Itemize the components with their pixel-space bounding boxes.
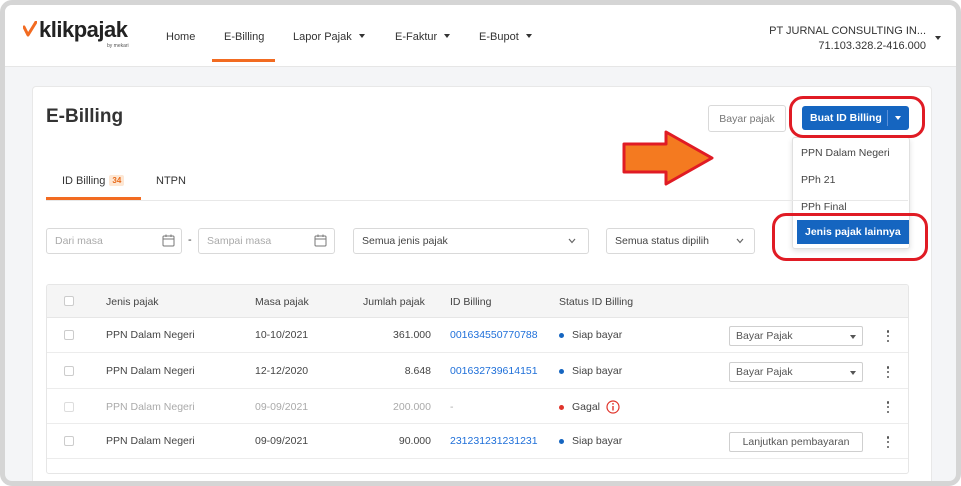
cell-id-billing: - xyxy=(450,401,454,413)
annotation-ring-buat xyxy=(789,96,925,138)
cell-status: Siap bayar xyxy=(572,329,623,341)
row-menu-icon[interactable] xyxy=(886,436,890,448)
nav-e-bupot[interactable]: E-Bupot xyxy=(479,31,532,43)
cell-status: Siap bayar xyxy=(572,365,623,377)
cell-masa: 12-12/2020 xyxy=(255,365,309,377)
calendar-icon[interactable] xyxy=(314,234,327,247)
nav-e-billing[interactable]: E-Billing xyxy=(224,31,264,43)
tab-id-billing[interactable]: ID Billing 34 xyxy=(62,174,125,187)
chevron-down-icon xyxy=(736,238,744,244)
cell-jenis: PPN Dalam Negeri xyxy=(106,329,195,341)
row-checkbox[interactable] xyxy=(64,402,74,412)
company-switcher[interactable]: PT JURNAL CONSULTING IN... 71.103.328.2-… xyxy=(769,24,926,54)
cell-jenis: PPN Dalam Negeri xyxy=(106,435,195,447)
cell-jenis: PPN Dalam Negeri xyxy=(106,365,195,377)
company-name: PT JURNAL CONSULTING IN... xyxy=(769,25,926,37)
cell-jumlah: 90.000 xyxy=(398,435,431,447)
table-row[interactable]: PPN Dalam Negeri 09-09/2021 90.000 23123… xyxy=(47,424,908,459)
bayar-pajak-button[interactable]: Bayar pajak xyxy=(708,105,786,132)
calendar-icon[interactable] xyxy=(162,234,175,247)
row-menu-icon[interactable] xyxy=(886,330,890,342)
bayar-pajak-select-label: Bayar Pajak xyxy=(736,330,793,342)
caret-down-icon xyxy=(850,335,856,339)
cell-jumlah: 200.000 xyxy=(393,401,431,413)
bayar-pajak-select[interactable]: Bayar Pajak xyxy=(729,362,863,382)
klikpajak-logo[interactable]: klikpajak by mekari xyxy=(23,17,129,49)
select-all-checkbox[interactable] xyxy=(64,296,74,306)
logo-check-icon xyxy=(23,21,37,37)
nav-e-faktur-label: E-Faktur xyxy=(395,31,438,43)
company-npwp: 71.103.328.2-416.000 xyxy=(818,40,926,52)
status-select[interactable]: Semua status dipilih xyxy=(606,228,755,254)
annotation-arrow-icon xyxy=(622,130,714,186)
cell-status: Siap bayar xyxy=(572,435,623,447)
table-row[interactable]: PPN Dalam Negeri 12-12/2020 8.648 001632… xyxy=(47,354,908,389)
cell-id-billing-link[interactable]: 001634550770788 xyxy=(450,329,538,341)
menu-item-ppn-dalam-negeri[interactable]: PPN Dalam Negeri xyxy=(801,147,890,159)
logo-text: klikpajak xyxy=(39,17,128,42)
caret-down-icon xyxy=(358,34,365,39)
cell-status: Gagal xyxy=(572,401,601,413)
nav-lapor-pajak-label: Lapor Pajak xyxy=(293,31,352,43)
header-jenis-pajak: Jenis pajak xyxy=(106,296,159,308)
status-dot xyxy=(559,439,564,444)
lanjutkan-pembayaran-button[interactable]: Lanjutkan pembayaran xyxy=(729,432,863,452)
nav-e-bupot-label: E-Bupot xyxy=(479,31,519,43)
caret-down-icon xyxy=(850,371,856,375)
row-menu-icon[interactable] xyxy=(886,366,890,378)
chevron-down-icon xyxy=(568,238,576,244)
page-title: E-Billing xyxy=(46,106,124,127)
date-separator: - xyxy=(188,234,192,246)
top-navbar: klikpajak by mekari Home E-Billing Lapor… xyxy=(5,5,956,67)
table-row[interactable]: PPN Dalam Negeri 10-10/2021 361.000 0016… xyxy=(47,318,908,353)
nav-e-faktur[interactable]: E-Faktur xyxy=(395,31,451,43)
company-caret-down-icon[interactable] xyxy=(935,36,941,40)
nav-home[interactable]: Home xyxy=(166,31,195,43)
cell-id-billing-link[interactable]: 231231231231231 xyxy=(450,435,538,447)
cell-masa: 09-09/2021 xyxy=(255,435,309,447)
caret-down-icon xyxy=(444,34,451,39)
annotation-ring-lainnya xyxy=(772,213,928,261)
header-id-billing: ID Billing xyxy=(450,296,492,308)
bayar-pajak-select-label: Bayar Pajak xyxy=(736,366,793,378)
header-status: Status ID Billing xyxy=(559,296,634,308)
cell-jumlah: 8.648 xyxy=(404,365,431,377)
table-row[interactable]: PPN Dalam Negeri 09-09/2021 200.000 - Ga… xyxy=(47,390,908,424)
cell-jenis: PPN Dalam Negeri xyxy=(106,401,195,413)
menu-item-pph-final[interactable]: PPh Final xyxy=(801,201,847,213)
row-menu-icon[interactable] xyxy=(886,401,890,413)
jenis-pajak-select[interactable]: Semua jenis pajak xyxy=(353,228,589,254)
bayar-pajak-select[interactable]: Bayar Pajak xyxy=(729,326,863,346)
menu-item-pph-21[interactable]: PPh 21 xyxy=(801,174,835,186)
cell-id-billing-link[interactable]: 001632739614151 xyxy=(450,365,538,377)
header-jumlah-pajak: Jumlah pajak xyxy=(363,296,425,308)
row-checkbox[interactable] xyxy=(64,366,74,376)
info-icon[interactable] xyxy=(606,400,620,414)
row-checkbox[interactable] xyxy=(64,436,74,446)
cell-masa: 10-10/2021 xyxy=(255,329,309,341)
tab-ntpn[interactable]: NTPN xyxy=(156,175,186,187)
nav-home-label: Home xyxy=(166,31,196,43)
status-dot xyxy=(559,333,564,338)
cell-masa: 09-09/2021 xyxy=(255,401,309,413)
nav-active-indicator xyxy=(212,59,275,62)
nav-e-billing-label: E-Billing xyxy=(224,31,265,43)
table-header: Jenis pajak Masa pajak Jumlah pajak ID B… xyxy=(47,285,908,318)
tab-id-billing-label: ID Billing xyxy=(62,175,106,187)
status-dot xyxy=(559,405,564,410)
nav-lapor-pajak[interactable]: Lapor Pajak xyxy=(293,31,365,43)
tab-ntpn-label: NTPN xyxy=(156,175,186,187)
tab-divider xyxy=(46,200,908,201)
header-masa-pajak: Masa pajak xyxy=(255,296,309,308)
count-badge: 34 xyxy=(109,174,125,186)
caret-down-icon xyxy=(525,34,532,39)
row-checkbox[interactable] xyxy=(64,330,74,340)
billing-table: Jenis pajak Masa pajak Jumlah pajak ID B… xyxy=(46,284,909,474)
cell-jumlah: 361.000 xyxy=(393,329,431,341)
status-dot xyxy=(559,369,564,374)
logo-sub: by mekari xyxy=(107,43,129,49)
